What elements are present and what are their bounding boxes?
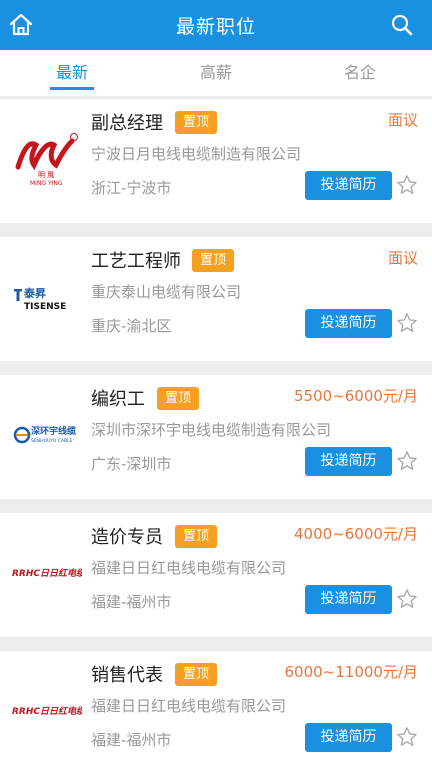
job-card[interactable]: RRHC日日红电缆 销售代表 置顶 6000~11000元/月 福建日日红电线电… — [0, 651, 432, 768]
job-title: 副总经理 — [91, 113, 163, 134]
top-badge: 置顶 — [157, 387, 200, 410]
job-title: 工艺工程师 — [91, 251, 181, 272]
apply-button[interactable]: 投递简历 — [305, 585, 392, 614]
job-location: 浙江-宁波市 — [91, 179, 172, 197]
company-logo: 泰昇 TISENSE — [14, 286, 66, 312]
company-logo: RRHC日日红电缆 — [12, 568, 82, 579]
search-icon[interactable] — [390, 13, 414, 37]
job-title: 编织工 — [91, 389, 145, 410]
apply-button[interactable]: 投递简历 — [305, 723, 392, 752]
svg-text:TISENSE: TISENSE — [24, 302, 66, 312]
job-card[interactable]: RRHC日日红电缆 造价专员 置顶 4000~6000元/月 福建日日红电线电缆… — [0, 513, 432, 637]
home-icon[interactable] — [8, 12, 34, 38]
svg-text:MING YING: MING YING — [30, 180, 63, 187]
company-name: 宁波日月电线电缆制造有限公司 — [91, 145, 302, 163]
apply-button[interactable]: 投递简历 — [305, 447, 392, 476]
tab-latest[interactable]: 最新 — [0, 50, 144, 96]
svg-text:SENHOUYU CABLE: SENHOUYU CABLE — [31, 438, 73, 444]
star-icon[interactable] — [396, 174, 418, 196]
apply-button[interactable]: 投递简历 — [305, 171, 392, 200]
star-icon[interactable] — [396, 726, 418, 748]
salary: 面议 — [387, 249, 418, 267]
salary: 面议 — [387, 111, 418, 129]
svg-text:深环宇线缆: 深环宇线缆 — [31, 425, 76, 437]
job-title: 造价专员 — [91, 527, 163, 548]
tab-high-salary[interactable]: 高薪 — [144, 50, 288, 96]
job-location: 广东-深圳市 — [91, 455, 172, 473]
top-badge: 置顶 — [175, 111, 218, 134]
svg-text:明 鹰: 明 鹰 — [38, 170, 54, 179]
company-logo: RRHC日日红电缆 — [12, 706, 82, 717]
app-header: 最新职位 — [0, 0, 432, 50]
salary: 6000~11000元/月 — [284, 663, 418, 681]
star-icon[interactable] — [396, 588, 418, 610]
job-location: 重庆-渝北区 — [91, 317, 172, 335]
job-card[interactable]: 明 鹰 MING YING 副总经理 置顶 面议 宁波日月电线电缆制造有限公司 … — [0, 99, 432, 223]
svg-text:RRHC日日红电缆: RRHC日日红电缆 — [12, 568, 82, 579]
star-icon[interactable] — [396, 450, 418, 472]
top-badge: 置顶 — [192, 249, 235, 272]
company-logo: 明 鹰 MING YING — [15, 133, 78, 187]
company-name: 重庆泰山电缆有限公司 — [91, 283, 242, 301]
tab-famous-companies[interactable]: 名企 — [288, 50, 432, 96]
tab-bar: 最新 高薪 名企 — [0, 50, 432, 96]
company-name: 深圳市深环宇电线电缆制造有限公司 — [91, 421, 332, 439]
salary: 5500~6000元/月 — [294, 387, 418, 405]
star-icon[interactable] — [396, 312, 418, 334]
page-title: 最新职位 — [175, 15, 256, 38]
company-name: 福建日日红电线电缆有限公司 — [91, 697, 287, 715]
job-title: 销售代表 — [91, 665, 163, 686]
svg-text:RRHC日日红电缆: RRHC日日红电缆 — [12, 706, 82, 717]
job-location: 福建-福州市 — [91, 593, 172, 611]
top-badge: 置顶 — [175, 663, 218, 686]
job-card[interactable]: 泰昇 TISENSE 工艺工程师 置顶 面议 重庆泰山电缆有限公司 重庆-渝北区… — [0, 237, 432, 361]
job-location: 福建-福州市 — [91, 731, 172, 749]
top-badge: 置顶 — [175, 525, 218, 548]
svg-text:泰昇: 泰昇 — [23, 286, 46, 300]
salary: 4000~6000元/月 — [294, 525, 418, 543]
company-logo: 深环宇线缆 SENHOUYU CABLE — [13, 425, 76, 444]
company-name: 福建日日红电线电缆有限公司 — [91, 559, 287, 577]
apply-button[interactable]: 投递简历 — [305, 309, 392, 338]
job-card[interactable]: 深环宇线缆 SENHOUYU CABLE 编织工 置顶 5500~6000元/月… — [0, 375, 432, 499]
